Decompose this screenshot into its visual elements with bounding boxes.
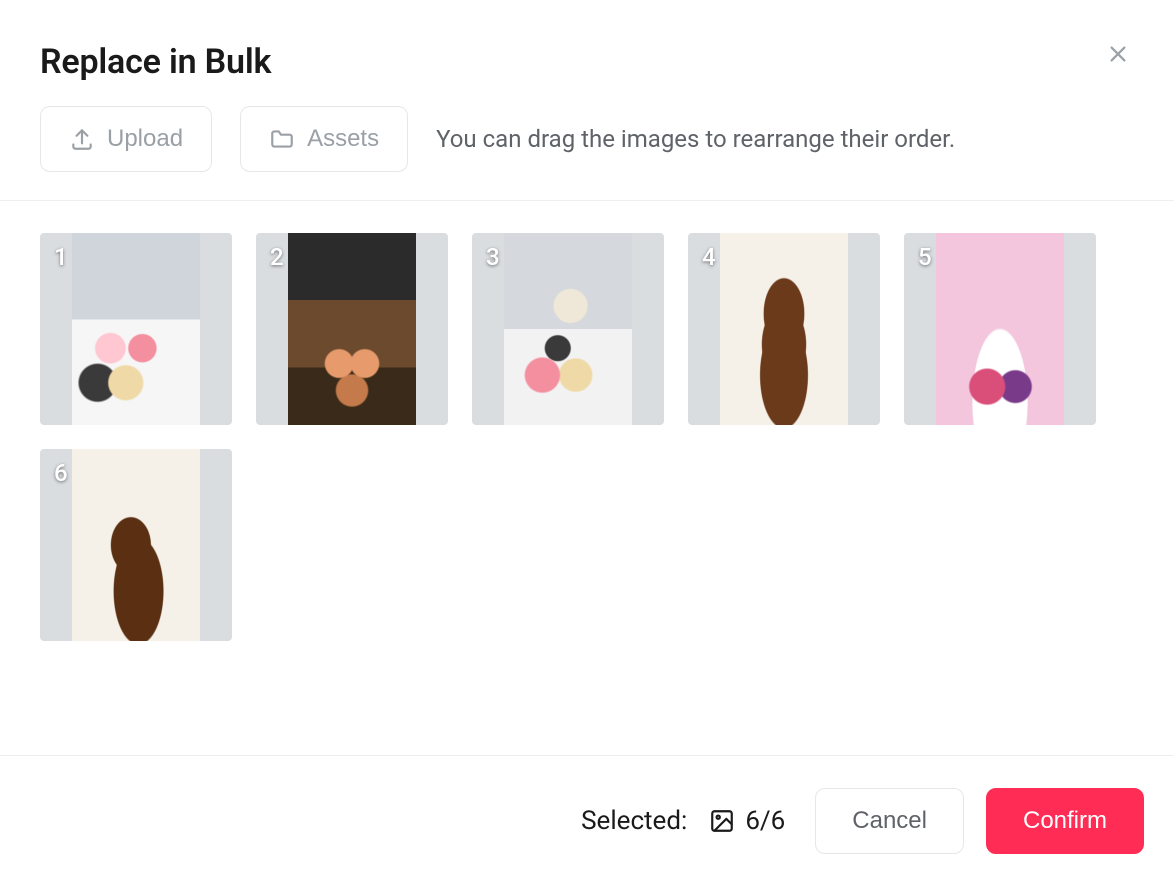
modal-title: Replace in Bulk	[40, 42, 1134, 82]
assets-button-label: Assets	[307, 125, 379, 153]
image-thumbnail[interactable]: 2	[256, 233, 448, 425]
cancel-button-label: Cancel	[852, 807, 927, 835]
thumbnail-image	[720, 233, 848, 425]
toolbar: Upload Assets You can drag the images to…	[0, 106, 1174, 200]
image-grid: 1 2 3 4 5 6	[40, 233, 1134, 641]
thumbnail-image	[936, 233, 1064, 425]
modal-footer: Selected: 6/6 Cancel Confirm	[0, 755, 1174, 886]
thumbnail-index: 1	[54, 243, 68, 271]
thumbnail-image	[288, 233, 416, 425]
confirm-button[interactable]: Confirm	[986, 788, 1144, 854]
image-thumbnail[interactable]: 6	[40, 449, 232, 641]
thumbnail-index: 3	[486, 243, 500, 271]
thumbnail-image	[72, 233, 200, 425]
cancel-button[interactable]: Cancel	[815, 788, 964, 854]
image-thumbnail[interactable]: 4	[688, 233, 880, 425]
folder-icon	[269, 126, 295, 152]
thumbnail-index: 6	[54, 459, 68, 487]
assets-button[interactable]: Assets	[240, 106, 408, 172]
image-icon	[709, 808, 735, 834]
close-button[interactable]	[1102, 38, 1134, 70]
thumbnail-index: 2	[270, 243, 284, 271]
selected-label: Selected:	[581, 806, 687, 836]
upload-button[interactable]: Upload	[40, 106, 212, 172]
modal-header: Replace in Bulk	[0, 0, 1174, 106]
upload-icon	[69, 126, 95, 152]
toolbar-hint: You can drag the images to rearrange the…	[436, 125, 955, 153]
image-thumbnail[interactable]: 5	[904, 233, 1096, 425]
upload-button-label: Upload	[107, 125, 183, 153]
confirm-button-label: Confirm	[1023, 807, 1107, 835]
selected-count: 6/6	[709, 806, 785, 836]
close-icon	[1107, 43, 1129, 65]
image-grid-container: 1 2 3 4 5 6	[0, 201, 1174, 755]
image-thumbnail[interactable]: 1	[40, 233, 232, 425]
selected-count-text: 6/6	[745, 806, 785, 836]
thumbnail-image	[504, 233, 632, 425]
thumbnail-index: 5	[918, 243, 932, 271]
replace-in-bulk-modal: Replace in Bulk Upload Assets You can dr…	[0, 0, 1174, 886]
thumbnail-index: 4	[702, 243, 716, 271]
image-thumbnail[interactable]: 3	[472, 233, 664, 425]
thumbnail-image	[72, 449, 200, 641]
